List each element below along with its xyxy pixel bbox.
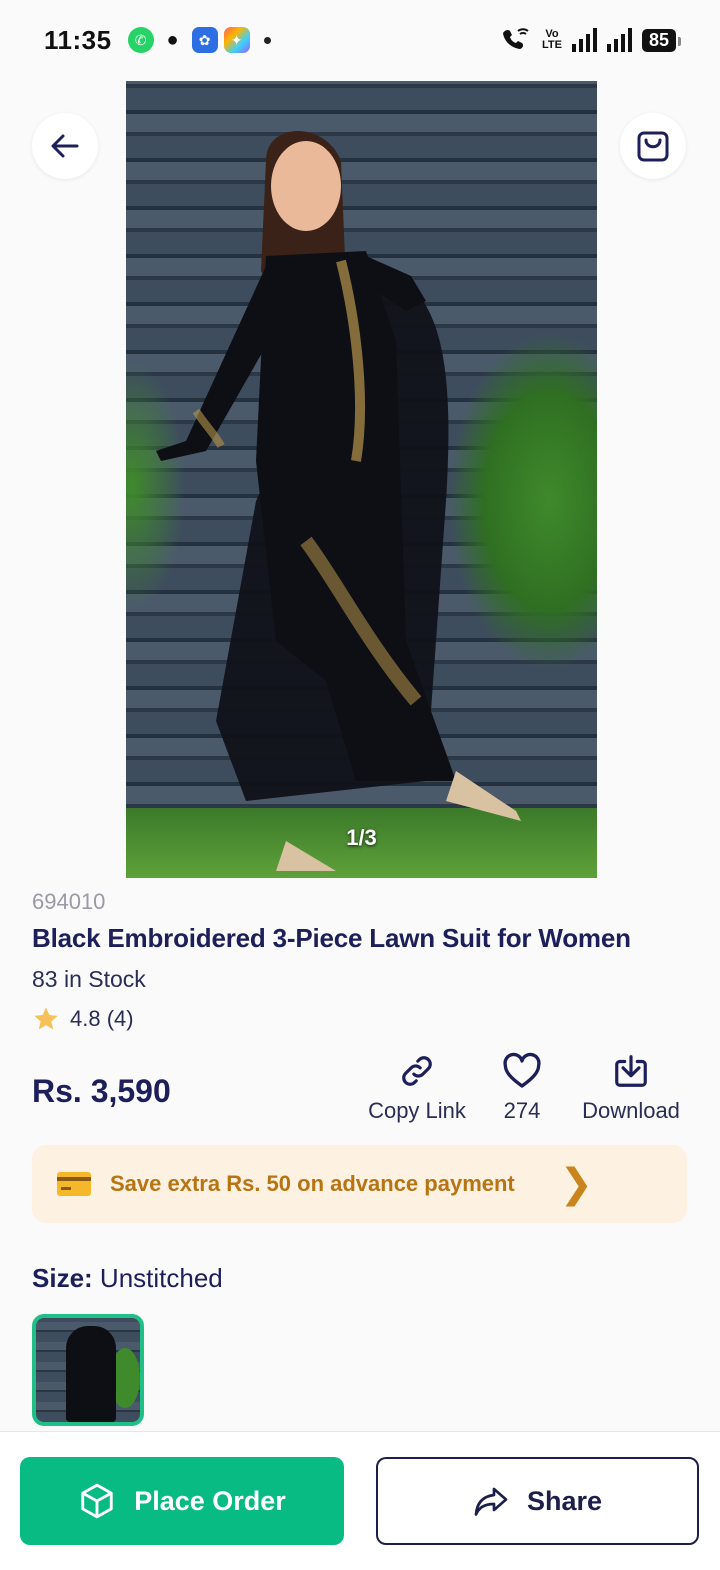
share-button[interactable]: Share xyxy=(376,1457,699,1545)
more-notifications-dot xyxy=(263,36,271,44)
notification-icons: ✆ ● ✿ ✦ xyxy=(127,27,271,53)
back-button[interactable] xyxy=(32,113,98,179)
bottom-action-bar: Place Order Share xyxy=(0,1431,720,1570)
product-sku: 694010 xyxy=(32,889,106,914)
size-value: Unstitched xyxy=(99,1263,223,1293)
image-counter: 1/3 xyxy=(346,825,377,850)
model-figure xyxy=(156,131,521,871)
share-arrow-icon xyxy=(474,1487,508,1516)
app-notification-icon: ✿ xyxy=(191,27,218,53)
place-order-button[interactable]: Place Order xyxy=(20,1457,344,1545)
rating-value: 4.8 (4) xyxy=(70,1006,134,1031)
wifi-calling-icon xyxy=(503,28,529,49)
variant-thumbnail-selected[interactable] xyxy=(32,1314,144,1426)
product-title: Black Embroidered 3-Piece Lawn Suit for … xyxy=(32,923,631,953)
chevron-right-icon: ❯ xyxy=(559,1162,593,1206)
place-order-label: Place Order xyxy=(134,1485,286,1516)
link-icon xyxy=(402,1056,432,1086)
product-image[interactable]: 1/3 xyxy=(126,81,597,878)
size-selector-label: Size: Unstitched xyxy=(32,1263,223,1294)
battery-indicator: 85 xyxy=(641,28,682,52)
volte-indicator: Vo LTE xyxy=(542,29,562,51)
promo-text: Save extra Rs. 50 on advance payment xyxy=(110,1171,515,1196)
share-label: Share xyxy=(526,1485,603,1516)
download-icon xyxy=(615,1055,647,1087)
download-button[interactable]: Download xyxy=(572,1052,690,1124)
system-status: Vo LTE 85 xyxy=(500,27,682,53)
copy-link-label: Copy Link xyxy=(368,1098,466,1123)
volte-bottom: LTE xyxy=(542,39,562,51)
status-bar: 11:35 ✆ ● ✿ ✦ Vo LTE 85 xyxy=(0,0,720,80)
star-icon xyxy=(34,1007,58,1030)
advance-payment-promo[interactable]: Save extra Rs. 50 on advance payment ❯ xyxy=(32,1145,687,1223)
product-rating[interactable]: 4.8 (4) xyxy=(32,1005,134,1033)
size-label: Size: xyxy=(32,1263,93,1293)
cart-button[interactable] xyxy=(620,113,686,179)
copy-link-button[interactable]: Copy Link xyxy=(362,1052,472,1124)
whatsapp-icon: ✆ xyxy=(127,27,154,53)
signal-strength-icon-2 xyxy=(606,28,632,52)
product-price: Rs. 3,590 xyxy=(32,1073,171,1109)
shopping-bag-icon xyxy=(637,131,669,162)
signal-strength-icon xyxy=(571,28,597,52)
like-button[interactable]: 274 xyxy=(492,1052,552,1124)
chat-bubble-icon: ● xyxy=(166,28,179,51)
heart-icon xyxy=(503,1052,541,1088)
credit-card-icon xyxy=(57,1172,91,1196)
thumb-figure xyxy=(66,1326,116,1422)
stock-status: 83 in Stock xyxy=(32,966,146,992)
arrow-left-icon xyxy=(51,134,79,158)
like-count: 274 xyxy=(503,1098,541,1123)
gallery-app-icon: ✦ xyxy=(223,27,250,53)
download-label: Download xyxy=(582,1098,680,1123)
status-time: 11:35 xyxy=(44,24,112,55)
box-icon xyxy=(81,1483,113,1519)
